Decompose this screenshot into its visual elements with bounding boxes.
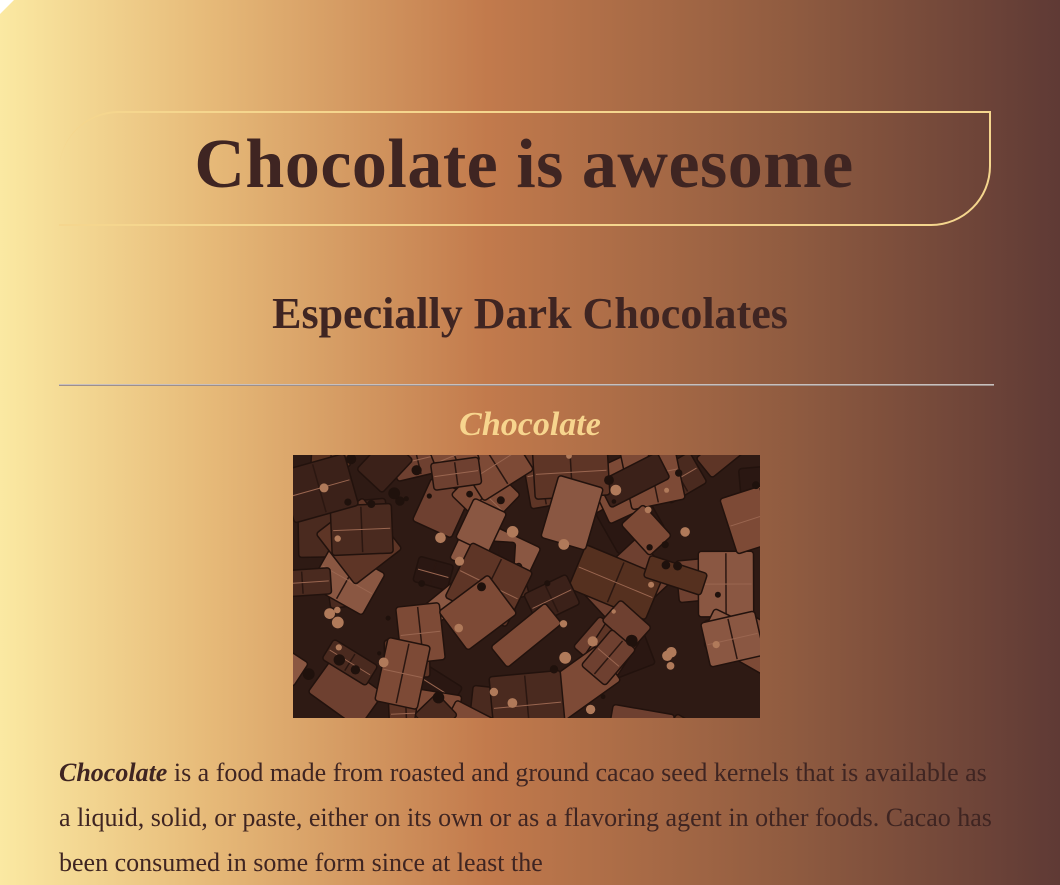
- page-title: Chocolate is awesome: [194, 125, 854, 203]
- chocolate-photo: [293, 455, 760, 718]
- chocolate-chip: [385, 615, 391, 621]
- chocolate-chip: [648, 581, 655, 588]
- chocolate-chip: [558, 539, 570, 550]
- chocolate-chip: [644, 506, 652, 514]
- chocolate-chip: [367, 500, 376, 508]
- chocolate-chip: [335, 644, 342, 651]
- chocolate-chip: [661, 541, 669, 549]
- chocolate-chip: [489, 687, 499, 697]
- chocolate-piece: [293, 567, 333, 599]
- chocolate-chip: [585, 704, 596, 715]
- chocolate-chip: [673, 561, 683, 571]
- chocolate-chip: [334, 606, 341, 614]
- chocolate-chip: [600, 694, 606, 700]
- chocolate-chip: [426, 493, 432, 499]
- chocolate-chip: [611, 609, 616, 614]
- chocolate-chip: [646, 544, 653, 551]
- chocolate-chip: [664, 487, 670, 493]
- chocolate-chip: [388, 487, 401, 500]
- chocolate-piece: [697, 550, 755, 618]
- chocolate-chip: [544, 580, 551, 587]
- chocolate-chip: [324, 608, 335, 619]
- chocolate-chip: [334, 535, 341, 542]
- chocolate-chip: [331, 616, 344, 629]
- chocolate-chip: [319, 483, 329, 493]
- chocolate-chip: [559, 620, 568, 628]
- chocolate-chip: [411, 465, 422, 476]
- chocolate-chip: [587, 636, 598, 647]
- chocolate-chip: [344, 498, 352, 506]
- chocolate-chip: [666, 662, 675, 670]
- chocolate-chip: [549, 665, 559, 674]
- chocolate-piece: [329, 502, 394, 557]
- chocolate-chip: [507, 698, 518, 708]
- page-subtitle: Especially Dark Chocolates: [272, 289, 788, 338]
- chocolate-chip: [604, 475, 614, 485]
- chocolate-chip: [610, 484, 622, 496]
- paragraph-term: Chocolate: [59, 758, 168, 787]
- chocolate-chip: [662, 650, 673, 661]
- chocolate-chip: [661, 560, 671, 570]
- chocolate-chip: [712, 641, 720, 649]
- chocolate-chip: [477, 582, 486, 592]
- intro-paragraph: Chocolate is a food made from roasted an…: [59, 750, 994, 885]
- chocolate-chip: [350, 665, 361, 675]
- chocolate-chip: [377, 651, 382, 656]
- chocolate-chip: [432, 691, 445, 704]
- chocolate-chip: [403, 496, 409, 502]
- chocolate-chip: [675, 469, 683, 477]
- chocolate-chip: [333, 654, 345, 666]
- chocolate-chip: [454, 623, 463, 633]
- horizontal-rule: [59, 384, 994, 386]
- chocolate-chip: [496, 496, 505, 505]
- chocolate-chip: [752, 481, 760, 490]
- paragraph-text: is a food made from roasted and ground c…: [59, 758, 992, 877]
- chocolate-chip: [506, 526, 519, 538]
- page-corner: [0, 0, 14, 14]
- chocolate-chip: [454, 556, 465, 566]
- chocolate-chip: [714, 591, 721, 598]
- chocolate-chip: [418, 580, 426, 587]
- chocolate-chip: [611, 499, 617, 504]
- chocolate-piece: [430, 456, 483, 491]
- chocolate-chip: [378, 657, 389, 668]
- chocolate-chip: [435, 532, 446, 544]
- chocolate-chip: [559, 651, 572, 664]
- chocolate-chip: [680, 527, 690, 537]
- chocolate-chip: [466, 490, 473, 498]
- title-banner: Chocolate is awesome: [59, 111, 991, 226]
- chocolate-piece: [488, 669, 567, 718]
- chocolate-chip: [302, 668, 315, 680]
- figure-caption: Chocolate: [459, 406, 601, 443]
- chocolate-chip: [625, 634, 638, 647]
